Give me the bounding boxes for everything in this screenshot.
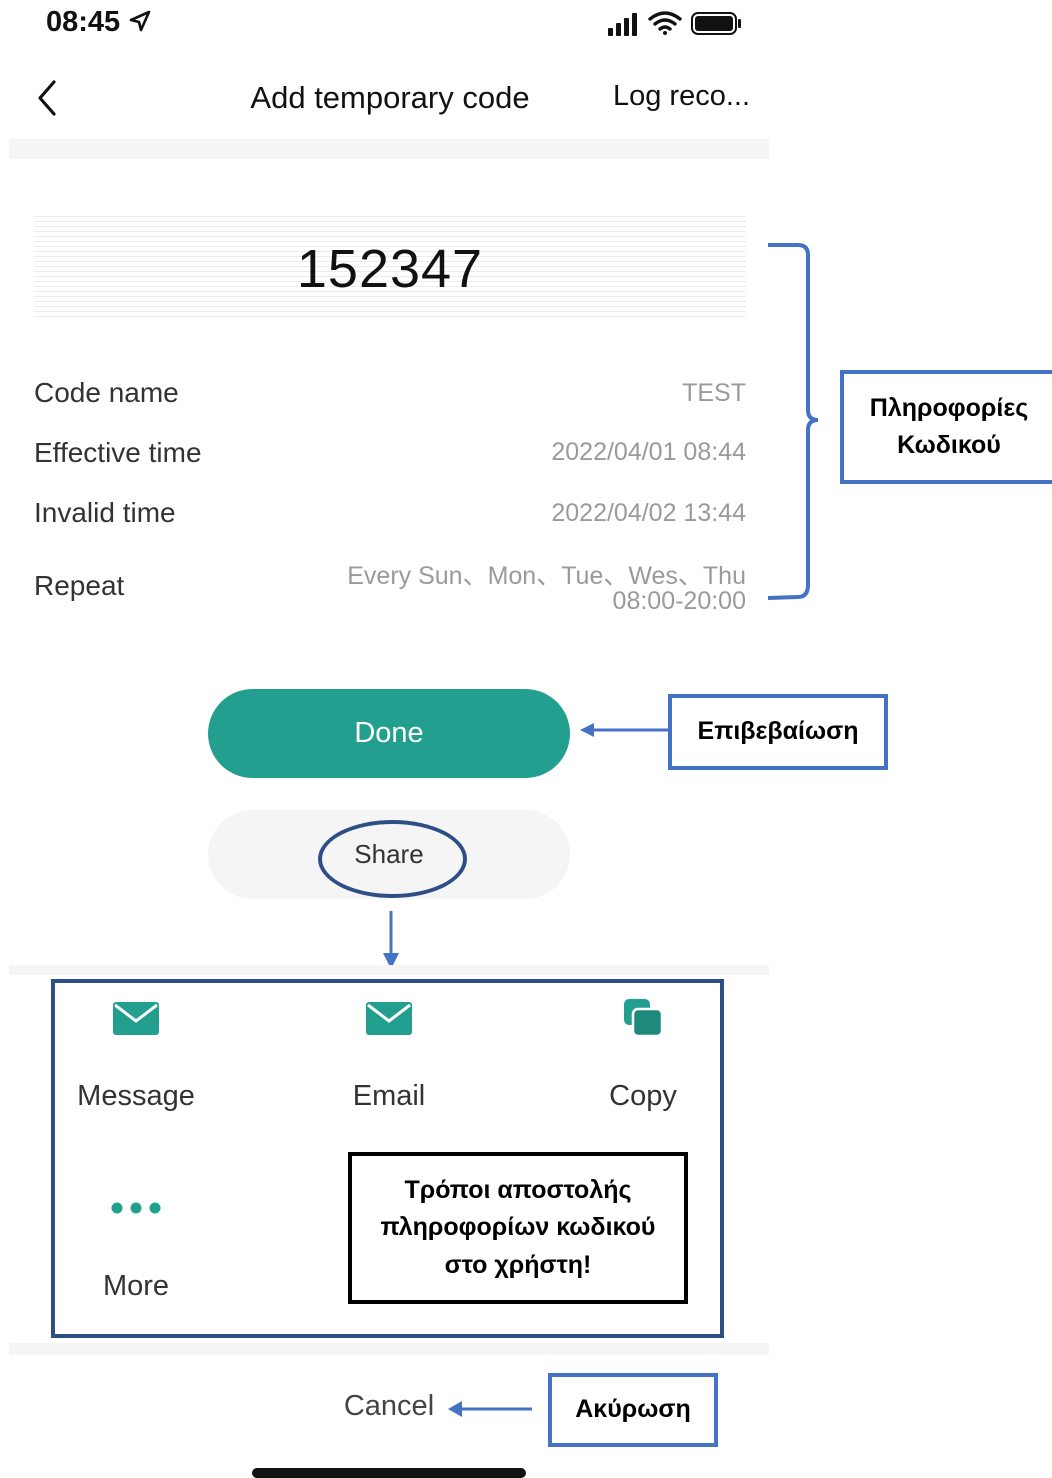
location-arrow-icon (129, 10, 151, 32)
header-divider (9, 139, 769, 159)
confirm-annotation: Επιβεβαίωση (668, 694, 888, 770)
page-title: Add temporary code (250, 80, 530, 115)
status-time: 08:45 (46, 6, 152, 39)
battery-icon (691, 12, 741, 35)
code-info-annotation: Πληροφορίες Κωδικού (840, 370, 1052, 484)
cellular-signal-icon (608, 13, 637, 36)
share-more-label[interactable]: More (36, 1270, 236, 1303)
arrow-to-done-icon (580, 723, 668, 737)
share-highlight-oval (318, 820, 467, 898)
share-email-label[interactable]: Email (289, 1080, 489, 1113)
code-info-bracket (767, 243, 819, 600)
arrow-down-icon (383, 911, 399, 969)
share-message-label[interactable]: Message (36, 1080, 236, 1113)
more-dots-icon[interactable] (108, 1196, 164, 1220)
wifi-icon (648, 11, 682, 35)
message-envelope-icon[interactable] (111, 998, 161, 1038)
email-envelope-icon[interactable] (364, 998, 414, 1038)
log-records-link[interactable]: Log reco... (590, 80, 750, 113)
sheet-divider (9, 965, 769, 975)
copy-icon[interactable] (618, 998, 668, 1038)
effective-time-label: Effective time (34, 437, 202, 468)
invalid-time-label: Invalid time (34, 497, 176, 528)
done-button[interactable]: Done (208, 689, 570, 778)
status-icons (608, 11, 741, 36)
invalid-time-value: 2022/04/02 13:44 (551, 499, 746, 527)
effective-time-value: 2022/04/01 08:44 (551, 438, 746, 466)
cancel-annotation: Ακύρωση (548, 1373, 718, 1447)
repeat-hours-value: 08:00-20:00 (612, 587, 746, 615)
send-methods-annotation: Τρόποι αποστολής πληροφορίων κωδικού στο… (348, 1152, 688, 1304)
share-copy-label[interactable]: Copy (543, 1080, 743, 1113)
temporary-code-value: 152347 (296, 239, 484, 299)
back-chevron-icon[interactable] (30, 76, 70, 120)
code-name-value: TEST (682, 379, 746, 407)
code-name-label: Code name (34, 377, 179, 408)
cancel-divider (9, 1343, 769, 1355)
home-indicator (252, 1468, 526, 1478)
arrow-to-cancel-icon (448, 1401, 532, 1417)
repeat-label: Repeat (34, 570, 125, 601)
